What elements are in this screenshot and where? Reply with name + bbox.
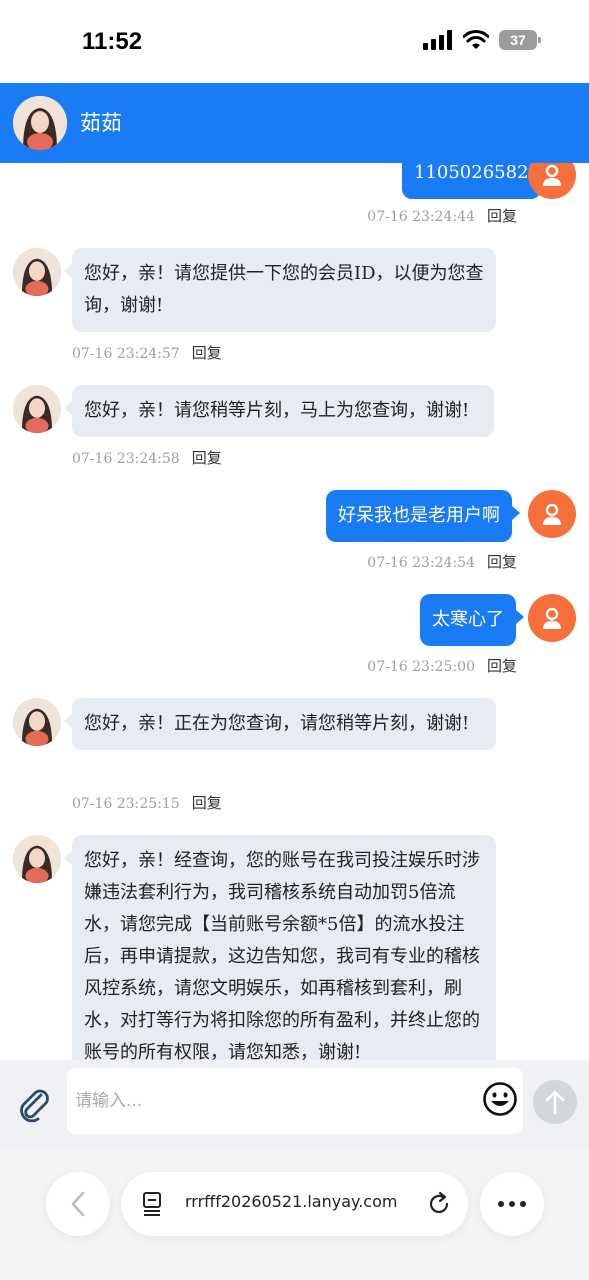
message-meta: 07-16 23:25:15 回复 xyxy=(72,792,222,813)
browser-toolbar: rrrfff20260521.lanyay.com xyxy=(0,1148,589,1280)
reply-button[interactable]: 回复 xyxy=(192,449,222,467)
message-time: 07-16 23:24:58 xyxy=(72,451,180,467)
user-avatar xyxy=(528,490,576,538)
reply-button[interactable]: 回复 xyxy=(487,553,517,571)
message-time: 07-16 23:24:54 xyxy=(367,555,475,571)
chat-header: 茹茹 xyxy=(0,83,589,163)
reload-icon[interactable] xyxy=(426,1191,452,1217)
send-arrow-icon xyxy=(545,1090,565,1115)
agent-avatar xyxy=(13,248,61,296)
paperclip-icon[interactable] xyxy=(14,1084,54,1124)
chat-area[interactable]: 1105026582 07-16 23:24:44 回复 您好，亲！请您提供一下您… xyxy=(0,163,589,1060)
agent-avatar xyxy=(13,835,61,883)
back-button[interactable] xyxy=(46,1172,110,1236)
user-icon xyxy=(543,164,561,186)
address-bar[interactable]: rrrfff20260521.lanyay.com xyxy=(121,1172,468,1236)
reply-button[interactable]: 回复 xyxy=(487,207,517,225)
emoji-icon[interactable] xyxy=(482,1081,518,1117)
status-bar: 11:52 37 xyxy=(0,0,589,83)
agent-avatar[interactable] xyxy=(13,96,67,150)
chat-title: 茹茹 xyxy=(80,111,122,135)
message-time: 07-16 23:24:44 xyxy=(367,209,475,225)
battery-icon: 37 xyxy=(499,30,541,50)
message-input[interactable] xyxy=(67,1068,523,1134)
message-meta: 07-16 23:24:57 回复 xyxy=(72,342,222,363)
reply-button[interactable]: 回复 xyxy=(192,344,222,362)
agent-avatar xyxy=(13,385,61,433)
agent-avatar xyxy=(13,698,61,746)
status-time: 11:52 xyxy=(82,28,143,55)
wifi-icon xyxy=(463,30,489,49)
agent-message-bubble: 您好，亲！经查询，您的账号在我司投注娱乐时涉嫌违法套利行为，我司稽核系统自动加罚… xyxy=(64,835,496,1060)
message-time: 07-16 23:25:00 xyxy=(367,659,475,675)
send-button[interactable] xyxy=(533,1080,577,1124)
message-time: 07-16 23:25:15 xyxy=(72,796,180,812)
agent-message-bubble: 您好，亲！请您稍等片刻，马上为您查询，谢谢! xyxy=(64,385,494,437)
user-message-bubble: 太寒心了 xyxy=(420,594,524,646)
user-message-bubble: 1105026582 xyxy=(402,163,549,199)
message-meta: 07-16 23:24:44 回复 xyxy=(367,205,517,226)
message-meta: 07-16 23:25:00 回复 xyxy=(367,655,517,676)
user-avatar xyxy=(528,594,576,642)
message-meta: 07-16 23:24:54 回复 xyxy=(367,551,517,572)
user-message-bubble: 好呆我也是老用户啊 xyxy=(326,490,520,542)
message-meta: 07-16 23:24:58 回复 xyxy=(72,447,222,468)
more-button[interactable] xyxy=(480,1172,544,1236)
back-arrow-icon xyxy=(71,1191,85,1217)
url-text: rrrfff20260521.lanyay.com xyxy=(185,1192,398,1211)
tabs-icon[interactable] xyxy=(141,1191,165,1217)
reply-button[interactable]: 回复 xyxy=(487,657,517,675)
status-icons: 37 xyxy=(423,30,541,50)
agent-message-bubble: 您好，亲！正在为您查询，请您稍等片刻，谢谢! xyxy=(64,698,496,750)
user-icon xyxy=(543,607,561,629)
message-time: 07-16 23:24:57 xyxy=(72,346,180,362)
message-input-bar xyxy=(0,1060,589,1148)
user-icon xyxy=(543,503,561,525)
reply-button[interactable]: 回复 xyxy=(192,794,222,812)
agent-message-bubble: 您好，亲！请您提供一下您的会员ID，以便为您查询，谢谢! xyxy=(64,248,496,332)
signal-icon xyxy=(423,30,452,50)
more-icon xyxy=(498,1201,526,1207)
